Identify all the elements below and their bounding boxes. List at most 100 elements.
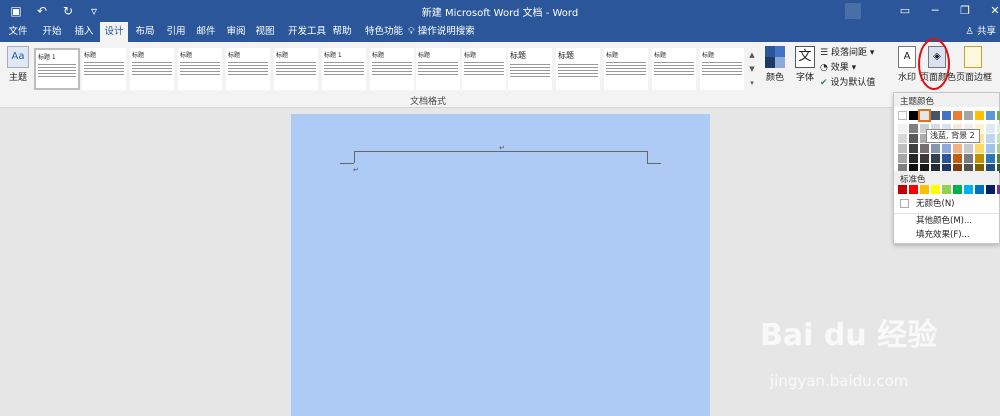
theme-color-swatch[interactable] [898,124,907,133]
theme-color-swatch[interactable] [942,111,951,120]
style-set-gallery: 标题 1 标题 标题 标题 标题 标题 标题 1 标题 标题 标题 标题 标题 标题 标题 标题 [34,48,744,90]
more-colors-option[interactable]: 其他颜色(M)... [894,213,999,227]
themes-button[interactable]: Aa 主题 [4,46,32,94]
share-button[interactable]: ♙ 共享 [965,22,996,42]
theme-color-swatch[interactable] [975,144,984,153]
style-set-thumbnail[interactable]: 标题 [274,48,318,90]
tab-developer[interactable]: 开发工具 [282,22,332,42]
style-set-thumbnail[interactable]: 标题 [178,48,222,90]
style-set-thumbnail[interactable]: 标题 [508,48,552,90]
theme-color-swatch[interactable] [964,154,973,163]
style-set-thumbnail[interactable]: 标题 1 [322,48,366,90]
tab-home[interactable]: 开始 [38,22,66,42]
theme-color-swatch[interactable] [898,134,907,143]
tab-help[interactable]: 帮助 [328,22,356,42]
theme-color-swatch[interactable] [920,154,929,163]
fill-effects-option[interactable]: 填充效果(F)... [894,228,999,242]
theme-color-swatch[interactable] [986,154,995,163]
theme-color-swatch[interactable] [975,154,984,163]
theme-color-swatch[interactable] [909,124,918,133]
style-preview-line [372,74,412,75]
style-set-thumbnail[interactable]: 标题 [604,48,648,90]
tab-features[interactable]: 特色功能 [359,22,409,42]
theme-color-swatch[interactable] [953,154,962,163]
tell-me-search[interactable]: 💡︎ 操作说明搜索 [408,22,475,42]
account-avatar[interactable] [845,3,861,19]
tab-design[interactable]: 设计 [100,22,128,42]
header-corner-right [647,151,648,163]
effects-button[interactable]: ◔ 效果 ▾ [820,61,888,76]
theme-color-swatch[interactable] [920,144,929,153]
style-preview-line [38,64,76,65]
style-set-thumbnail[interactable]: 标题 [226,48,270,90]
style-set-thumbnail[interactable]: 标题 [700,48,744,90]
theme-color-swatch[interactable] [931,144,940,153]
theme-color-swatch[interactable] [953,111,962,120]
gallery-scroll: ▲ ▼ ▾ [746,48,758,90]
page-borders-button[interactable]: 页面边框 [956,46,992,83]
theme-color-swatch[interactable] [964,111,973,120]
style-preview-line [180,71,220,72]
standard-color-swatch[interactable] [964,185,973,194]
style-preview-line [418,71,458,72]
theme-color-swatch[interactable] [964,144,973,153]
document-page[interactable]: ↵ ↵ [291,114,710,416]
standard-color-swatch[interactable] [975,185,984,194]
ribbon-display-icon[interactable]: ▭ [890,2,920,20]
restore-icon[interactable]: ❐ [950,2,980,20]
theme-color-swatch[interactable] [931,111,940,120]
set-default-button[interactable]: ✔ 设为默认值 [820,76,888,91]
paragraph-spacing-button[interactable]: ☰ 段落间距 ▾ [820,46,888,61]
standard-color-swatch[interactable] [931,185,940,194]
gallery-down-icon[interactable]: ▼ [746,62,758,76]
theme-color-swatch[interactable] [942,154,951,163]
style-set-thumbnail[interactable]: 标题 [82,48,126,90]
theme-color-swatch[interactable] [986,144,995,153]
tab-insert[interactable]: 插入 [70,22,98,42]
standard-color-swatch[interactable] [898,185,907,194]
theme-color-swatch[interactable] [953,144,962,153]
theme-color-swatch[interactable] [942,144,951,153]
tab-references[interactable]: 引用 [162,22,190,42]
standard-color-swatch[interactable] [986,185,995,194]
gallery-more-icon[interactable]: ▾ [746,76,758,90]
fonts-button[interactable]: 文 字体 [792,46,818,83]
theme-color-swatch[interactable] [931,154,940,163]
theme-color-swatch[interactable] [898,111,907,120]
style-set-thumbnail[interactable]: 标题 [556,48,600,90]
standard-color-swatch[interactable] [920,185,929,194]
close-icon[interactable]: ✕ [980,2,1000,20]
standard-color-swatch[interactable] [953,185,962,194]
theme-color-swatch[interactable] [898,154,907,163]
style-set-thumbnail[interactable]: 标题 [652,48,696,90]
theme-color-swatch[interactable] [975,111,984,120]
style-set-thumbnail[interactable]: 标题 [416,48,460,90]
no-color-label: 无颜色(N) [916,199,955,209]
theme-color-swatch[interactable] [909,144,918,153]
gallery-up-icon[interactable]: ▲ [746,48,758,62]
theme-color-swatch[interactable] [898,144,907,153]
theme-color-swatch[interactable] [909,111,918,120]
theme-color-swatch[interactable] [909,134,918,143]
theme-color-swatch[interactable] [986,111,995,120]
theme-color-swatch[interactable] [986,124,995,133]
standard-color-swatch[interactable] [942,185,951,194]
theme-color-swatch[interactable] [986,134,995,143]
tab-review[interactable]: 审阅 [222,22,250,42]
tab-view[interactable]: 视图 [251,22,279,42]
colors-button[interactable]: 颜色 [762,46,788,83]
color-palette-icon [765,46,785,68]
style-preview-line [228,71,268,72]
style-set-thumbnail[interactable]: 标题 [130,48,174,90]
style-set-thumbnail[interactable]: 标题 [462,48,506,90]
tab-mailings[interactable]: 邮件 [192,22,220,42]
minimize-icon[interactable]: ─ [920,2,950,20]
tab-layout[interactable]: 布局 [131,22,159,42]
theme-color-swatch[interactable] [909,154,918,163]
style-set-thumbnail[interactable]: 标题 [370,48,414,90]
style-set-thumbnail[interactable]: 标题 1 [34,48,80,90]
theme-color-swatch[interactable] [918,109,931,122]
no-color-option[interactable]: 无颜色(N) [894,197,999,211]
standard-color-swatch[interactable] [909,185,918,194]
tab-file[interactable]: 文件 [4,22,32,42]
